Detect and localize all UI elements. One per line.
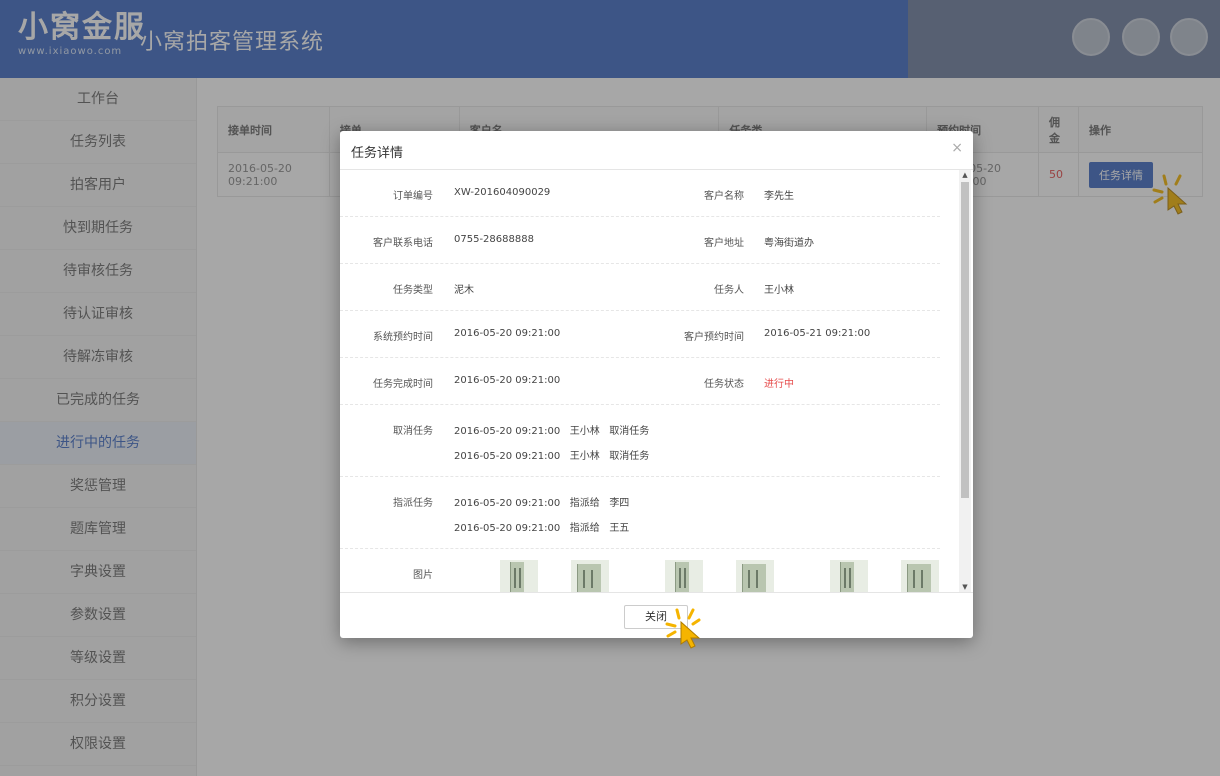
phone-label: 客户联系电话: [373, 238, 433, 249]
modal-footer: 关闭: [340, 592, 973, 638]
status-badge: 进行中: [764, 379, 794, 390]
detail-row-status: 任务完成时间 2016-05-20 09:21:00 任务状态 进行中: [340, 358, 940, 405]
phone-value: 0755-28688888: [454, 234, 534, 245]
detail-row-photos: 图片: [340, 549, 940, 592]
cust-appoint-value: 2016-05-21 09:21:00: [764, 328, 871, 339]
task-type-label: 任务类型: [393, 285, 433, 296]
customer-name-label: 客户名称: [704, 191, 744, 202]
close-icon[interactable]: ×: [951, 140, 963, 156]
scroll-up-arrow-icon[interactable]: ▲: [959, 170, 971, 180]
click-cursor-icon: [665, 608, 701, 649]
photo-thumbnail[interactable]: [571, 560, 609, 592]
list-item: 2016-05-20 09:21:00 王小林 取消任务: [454, 422, 649, 437]
scrollbar-thumb[interactable]: [961, 182, 969, 498]
status-label: 任务状态: [704, 379, 744, 390]
photos-label: 图片: [413, 570, 433, 581]
sys-appoint-label: 系统预约时间: [373, 332, 433, 343]
address-value: 粤海街道办: [764, 238, 814, 249]
cancel-time: 2016-05-20 09:21:00: [454, 426, 561, 437]
address-label: 客户地址: [704, 238, 744, 249]
assign-action: 指派给: [569, 523, 600, 534]
finish-label: 任务完成时间: [373, 379, 433, 390]
assign-label: 指派任务: [393, 498, 433, 509]
cust-appoint-label: 客户预约时间: [684, 332, 744, 343]
list-item: 2016-05-20 09:21:00 指派给 李四: [454, 494, 629, 509]
assign-time: 2016-05-20 09:21:00: [454, 523, 561, 534]
finish-value: 2016-05-20 09:21:00: [454, 375, 561, 386]
assign-time: 2016-05-20 09:21:00: [454, 498, 561, 509]
order-no-value: XW-201604090029: [454, 187, 551, 198]
photo-thumbnail[interactable]: [500, 560, 538, 592]
photo-thumbnail[interactable]: [665, 560, 703, 592]
cancel-who: 王小林: [569, 451, 600, 462]
sys-appoint-value: 2016-05-20 09:21:00: [454, 328, 561, 339]
cancel-who: 王小林: [569, 426, 600, 437]
list-item: 2016-05-20 09:21:00 王小林 取消任务: [454, 447, 649, 462]
assign-to: 王五: [609, 523, 630, 534]
modal-scrollbar[interactable]: ▲ ▼: [959, 170, 971, 592]
assignee-label: 任务人: [714, 285, 744, 296]
customer-name-value: 李先生: [764, 191, 794, 202]
photo-thumbnail[interactable]: [901, 560, 939, 592]
detail-row-contact: 客户联系电话 0755-28688888 客户地址 粤海街道办: [340, 217, 940, 264]
task-detail-modal: 任务详情 × 订单编号 XW-201604090029 客户名称 李先生 客户联…: [340, 131, 973, 638]
modal-body[interactable]: 订单编号 XW-201604090029 客户名称 李先生 客户联系电话 075…: [340, 170, 973, 592]
order-no-label: 订单编号: [393, 191, 433, 202]
assign-action: 指派给: [569, 498, 600, 509]
modal-title: 任务详情: [351, 146, 404, 161]
detail-row-order: 订单编号 XW-201604090029 客户名称 李先生: [340, 170, 940, 217]
cancel-action: 取消任务: [609, 426, 650, 437]
cancel-label: 取消任务: [393, 426, 433, 437]
photo-thumbnail[interactable]: [736, 560, 774, 592]
photo-thumbnail[interactable]: [830, 560, 868, 592]
assignee-value: 王小林: [764, 285, 794, 296]
scroll-down-arrow-icon[interactable]: ▼: [959, 582, 971, 592]
detail-row-cancel: 取消任务 2016-05-20 09:21:00 王小林 取消任务 2016-0…: [340, 405, 940, 477]
task-type-value: 泥木: [454, 285, 474, 296]
detail-row-appoint: 系统预约时间 2016-05-20 09:21:00 客户预约时间 2016-0…: [340, 311, 940, 358]
cancel-time: 2016-05-20 09:21:00: [454, 451, 561, 462]
modal-header: 任务详情 ×: [340, 131, 973, 170]
list-item: 2016-05-20 09:21:00 指派给 王五: [454, 519, 629, 534]
detail-row-task: 任务类型 泥木 任务人 王小林: [340, 264, 940, 311]
cancel-action: 取消任务: [609, 451, 650, 462]
detail-row-assign: 指派任务 2016-05-20 09:21:00 指派给 李四 2016-05-…: [340, 477, 940, 549]
assign-to: 李四: [609, 498, 630, 509]
